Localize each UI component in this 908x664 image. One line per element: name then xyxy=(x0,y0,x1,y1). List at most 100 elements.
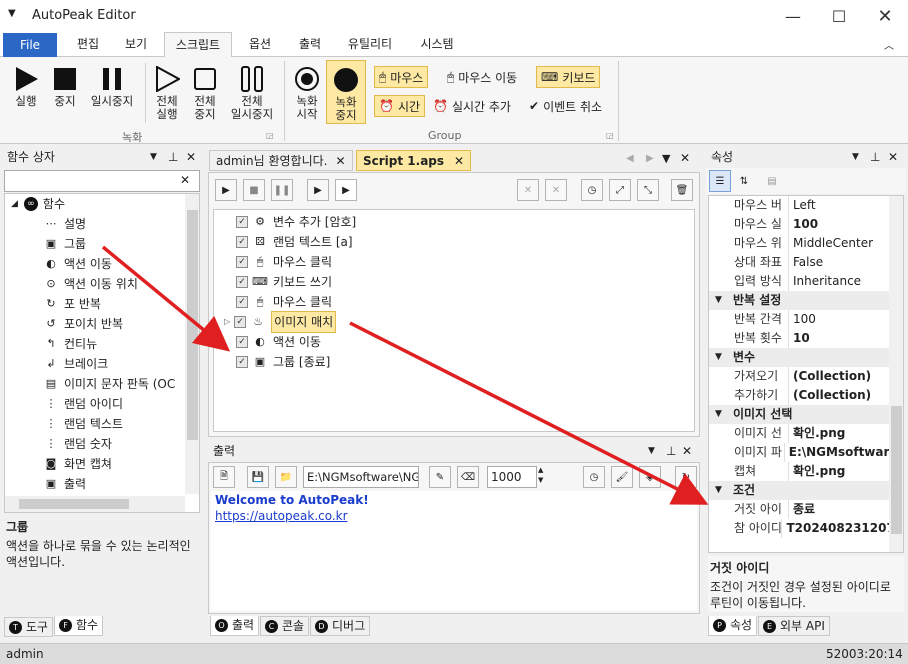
item-checkbox[interactable]: ✓ xyxy=(234,316,247,328)
tab-output[interactable]: 출력 xyxy=(288,32,332,57)
item-checkbox[interactable]: ✓ xyxy=(236,336,248,348)
script-item[interactable]: ✓ ▣ 그룹 [종료] xyxy=(224,352,330,372)
prop-category[interactable]: ▼ 조건 xyxy=(709,481,889,500)
func-item[interactable]: ◙ 화면 캡쳐 xyxy=(43,454,112,474)
expand-icon[interactable]: ◢ xyxy=(11,194,18,214)
tab-welcome[interactable]: admin님 환영합니다. ✕ xyxy=(209,150,353,171)
tab-view[interactable]: 보기 xyxy=(114,32,158,57)
doc-list-icon[interactable]: ▼ xyxy=(662,152,670,165)
tab-output-view[interactable]: O 출력 xyxy=(210,616,260,636)
pause-button[interactable]: 일시중지 xyxy=(84,63,140,108)
item-checkbox[interactable]: ✓ xyxy=(236,296,248,308)
tab-options[interactable]: 옵션 xyxy=(238,32,282,57)
item-checkbox[interactable]: ✓ xyxy=(236,256,248,268)
panel-close-icon[interactable]: ✕ xyxy=(888,147,898,167)
func-item[interactable]: ⊙ 액션 이동 위치 xyxy=(43,274,137,294)
prop-row[interactable]: 반복 간격 100 xyxy=(709,310,889,329)
collapse-all-button[interactable]: ⤡ xyxy=(637,179,659,201)
func-item[interactable]: ⋯ 설명 xyxy=(43,214,87,234)
script-stop-button[interactable]: ■ xyxy=(243,179,265,201)
maximize-button[interactable]: ☐ xyxy=(816,0,862,32)
tab-script[interactable]: Script 1.aps ✕ xyxy=(356,150,472,171)
script-item[interactable]: ✓ ⌨ 키보드 쓰기 xyxy=(224,272,332,292)
brush-clean-icon[interactable]: ✎ xyxy=(429,466,451,488)
run-from-button[interactable]: ▶ xyxy=(335,179,357,201)
tab-file[interactable]: File xyxy=(3,33,57,57)
tab-properties[interactable]: P 속성 xyxy=(708,616,758,636)
prop-row[interactable]: 추가하기 (Collection) xyxy=(709,386,889,405)
item-checkbox[interactable]: ✓ xyxy=(236,236,248,248)
output-new-icon[interactable]: 🗎 xyxy=(213,466,235,488)
clock-icon[interactable]: ◷ xyxy=(583,466,605,488)
stop-all-button[interactable]: 전체 중지 xyxy=(186,63,224,121)
prop-row[interactable]: 이미지 파 E:\NGMsoftware xyxy=(709,443,889,462)
dropdown-icon[interactable]: ▼ xyxy=(648,441,655,461)
count-spinner[interactable]: ▲ ▼ xyxy=(538,465,543,485)
tab-close-icon[interactable]: ✕ xyxy=(454,151,464,171)
prop-row[interactable]: 참 아이디T2024082312072 xyxy=(709,519,889,538)
collapse-icon[interactable]: ▼ xyxy=(715,291,722,310)
mouse-toggle[interactable]: 🖱 마우스 xyxy=(374,66,429,88)
prop-row[interactable]: 입력 방식 Inheritance xyxy=(709,272,889,291)
pin-icon[interactable]: ⊥ xyxy=(168,147,178,167)
folder-icon[interactable]: 📁 xyxy=(275,466,297,488)
group-launcher-icon[interactable]: ◲ xyxy=(266,131,274,140)
output-path-input[interactable]: E:\NGMsoftware\NG xyxy=(303,466,419,488)
save-icon[interactable]: 💾 xyxy=(247,466,269,488)
tab-console[interactable]: C 콘솔 xyxy=(260,616,310,636)
item-checkbox[interactable]: ✓ xyxy=(236,356,248,368)
func-item[interactable]: ↺ 포이치 반복 xyxy=(43,314,123,334)
delete-button[interactable]: ✕ xyxy=(517,179,539,201)
prop-row[interactable]: 마우스 위 MiddleCenter xyxy=(709,234,889,253)
script-item[interactable]: ▷ ✓ ♨ 이미지 매치 xyxy=(224,311,337,333)
mouse-move-toggle[interactable]: 🖱 마우스 이동 xyxy=(442,66,522,88)
doc-close-icon[interactable]: ✕ xyxy=(680,151,690,165)
event-cancel-button[interactable]: ✔ 이벤트 취소 xyxy=(524,95,607,117)
func-item[interactable]: ◐ 액션 이동 xyxy=(43,254,112,274)
item-checkbox[interactable]: ✓ xyxy=(236,216,248,228)
timer-button[interactable]: ◷ xyxy=(581,179,603,201)
realtime-add-button[interactable]: ⏰ 실시간 추가 xyxy=(428,95,516,117)
tree-root[interactable]: ◢ ∞ 함수 xyxy=(11,194,65,214)
refresh-icon[interactable]: ↻ xyxy=(675,466,697,488)
clear-icon[interactable]: ✕ xyxy=(180,173,190,187)
func-search-input[interactable]: ✕ xyxy=(4,170,200,192)
expand-icon[interactable]: ▷ xyxy=(224,312,230,332)
panel-close-icon[interactable]: ✕ xyxy=(682,441,692,461)
property-pages-icon[interactable]: ▤ xyxy=(761,170,783,192)
collapse-icon[interactable]: ▼ xyxy=(715,405,722,424)
prop-row[interactable]: 이미지 선 확인.png xyxy=(709,424,889,443)
func-item[interactable]: ▣ 그룹 xyxy=(43,234,86,254)
system-menu-icon[interactable]: ▼ xyxy=(8,8,16,19)
trash-button[interactable]: 🗑 xyxy=(671,179,693,201)
panel-close-icon[interactable]: ✕ xyxy=(186,147,196,167)
prop-row[interactable]: 가져오기 (Collection) xyxy=(709,367,889,386)
sort-alpha-icon[interactable]: ⇅ xyxy=(733,170,755,192)
collapse-ribbon-icon[interactable]: ︿ xyxy=(884,37,894,52)
keyboard-toggle[interactable]: ⌨ 키보드 xyxy=(536,66,601,88)
prop-row[interactable]: 상대 좌표 False xyxy=(709,253,889,272)
prop-row[interactable]: 마우스 버 Left xyxy=(709,196,889,215)
fill-icon[interactable]: ◈ xyxy=(639,466,661,488)
func-item[interactable]: ⋮ 랜덤 텍스트 xyxy=(43,414,124,434)
expand-all-button[interactable]: ⤢ xyxy=(609,179,631,201)
close-button[interactable]: ✕ xyxy=(862,0,908,32)
stop-button[interactable]: 중지 xyxy=(46,63,84,108)
pause-all-button[interactable]: 전체 일시중지 xyxy=(224,63,280,121)
script-item[interactable]: ✓ 🖱 마우스 클릭 xyxy=(224,252,332,272)
script-pause-button[interactable]: ❚❚ xyxy=(271,179,293,201)
item-checkbox[interactable]: ✓ xyxy=(236,276,248,288)
func-item[interactable]: ⋮ 랜덤 숫자 xyxy=(43,434,112,454)
dropdown-icon[interactable]: ▼ xyxy=(150,147,157,167)
scroll-right-icon[interactable]: ▶ xyxy=(646,153,654,164)
tab-tools[interactable]: T 도구 xyxy=(4,617,54,637)
tab-utility[interactable]: 유틸리티 xyxy=(338,32,402,57)
func-item[interactable]: ▣ 출력 xyxy=(43,474,86,494)
time-toggle[interactable]: ⏰ 시간 xyxy=(374,95,426,117)
run-button[interactable]: 실행 xyxy=(6,63,46,108)
dropdown-icon[interactable]: ▼ xyxy=(852,147,859,167)
categorized-icon[interactable]: ☰ xyxy=(709,170,731,192)
record-start-button[interactable]: 녹화 시작 xyxy=(288,63,326,121)
script-item[interactable]: ✓ ⚙ 변수 추가 [암호] xyxy=(224,212,356,232)
tab-functions[interactable]: F 함수 xyxy=(54,616,104,636)
